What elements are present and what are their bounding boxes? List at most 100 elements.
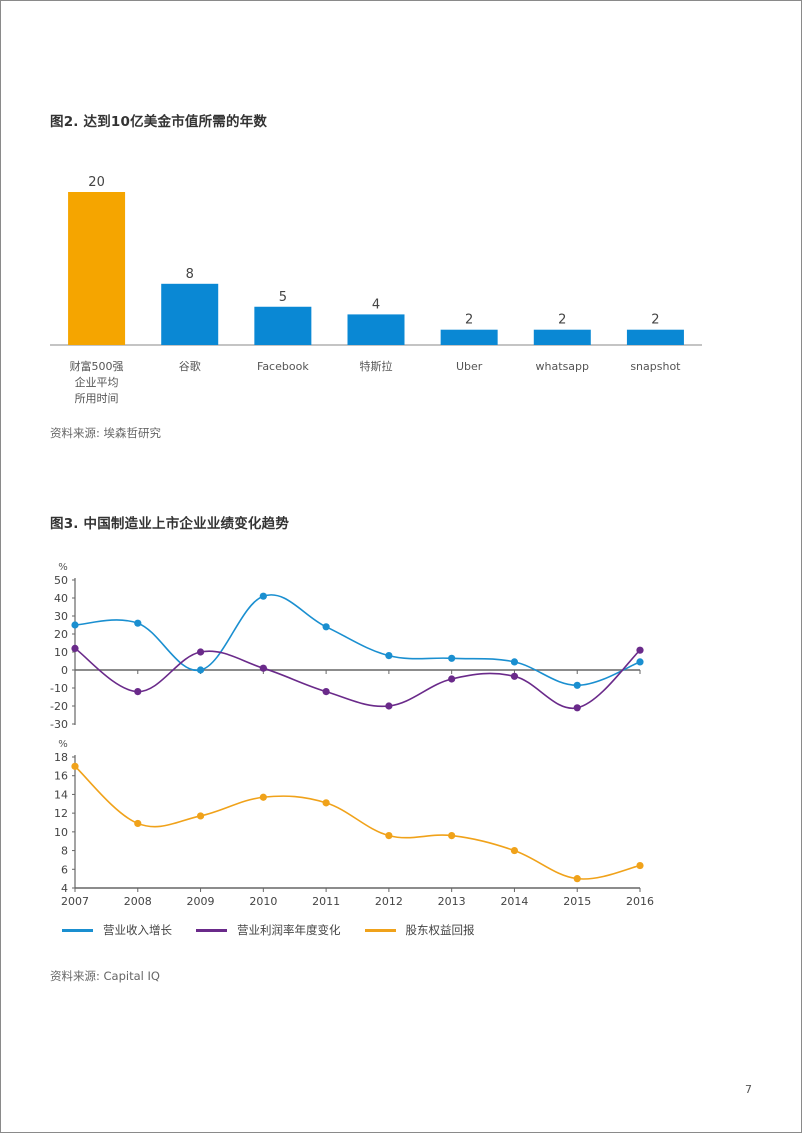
data-point <box>259 592 267 600</box>
x-tick-label: 所用时间 <box>75 392 119 405</box>
x-tick-label: 2007 <box>61 895 89 908</box>
bottom-y-tick-label: 16 <box>54 770 68 783</box>
data-point <box>196 666 205 674</box>
chart-legend: 营业收入增长 营业利润率年度变化 股东权益回报 <box>62 922 499 938</box>
data-point <box>385 832 393 840</box>
bar <box>161 283 219 345</box>
bar-data-label: 20 <box>88 175 105 190</box>
bar <box>626 329 684 345</box>
data-point <box>134 619 142 627</box>
data-point <box>573 704 581 712</box>
bottom-y-tick-label: 8 <box>61 845 68 858</box>
bottom-y-tick-label: 4 <box>61 882 68 895</box>
x-tick-label: 2012 <box>375 895 403 908</box>
top-y-tick-label: 30 <box>54 610 68 623</box>
top-y-tick-label: 40 <box>54 592 68 605</box>
top-y-tick-label: -30 <box>50 718 68 731</box>
x-tick-label: 特斯拉 <box>360 359 393 373</box>
data-point <box>636 861 644 870</box>
bottom-y-unit: % <box>58 739 68 750</box>
data-point <box>196 812 205 820</box>
x-tick-label: whatsapp <box>536 360 589 373</box>
data-point <box>636 646 644 654</box>
series-line <box>74 594 641 687</box>
legend-label: 股东权益回报 <box>405 923 475 937</box>
figure2-source: 资料来源: 埃森哲研究 <box>50 426 162 440</box>
legend-swatch-icon <box>62 928 93 932</box>
top-y-tick-label: -10 <box>50 682 68 695</box>
series-line <box>74 647 641 709</box>
x-tick-label: 2013 <box>438 895 466 908</box>
bar <box>68 192 126 345</box>
data-point <box>259 664 267 672</box>
legend-item-margin-change: 营业利润率年度变化 <box>196 922 341 938</box>
data-point <box>573 875 581 883</box>
page-number: 7 <box>745 1083 752 1096</box>
x-tick-label: 2008 <box>124 895 152 908</box>
bar-data-label: 8 <box>186 267 194 282</box>
top-y-tick-label: 20 <box>54 628 68 641</box>
bottom-y-tick-label: 14 <box>54 788 68 801</box>
x-tick-label: 2010 <box>249 895 277 908</box>
data-point <box>322 799 330 807</box>
data-point <box>448 654 456 662</box>
bar <box>254 306 312 345</box>
legend-item-revenue-growth: 营业收入增长 <box>62 922 172 938</box>
x-tick-label: 2014 <box>500 895 528 908</box>
data-point <box>448 832 456 840</box>
data-point <box>322 623 330 631</box>
legend-label: 营业收入增长 <box>103 923 172 937</box>
x-tick-label: 财富500强 <box>70 359 124 373</box>
top-y-unit: % <box>58 562 68 573</box>
figure3-source: 资料来源: Capital IQ <box>50 969 160 983</box>
x-tick-label: 2015 <box>563 895 591 908</box>
bar-data-label: 4 <box>372 297 380 312</box>
legend-swatch-icon <box>196 928 227 932</box>
data-point <box>71 644 79 652</box>
bottom-y-tick-label: 10 <box>54 826 68 839</box>
bar-data-label: 2 <box>651 313 659 328</box>
bottom-y-tick-label: 6 <box>61 863 68 876</box>
data-point <box>71 621 79 629</box>
top-y-tick-label: 50 <box>54 574 68 587</box>
x-tick-label: snapshot <box>630 360 681 373</box>
data-point <box>259 793 267 801</box>
data-point <box>71 762 79 770</box>
legend-swatch-icon <box>364 928 396 932</box>
bar-data-label: 2 <box>558 313 566 328</box>
series-line <box>74 765 641 880</box>
data-point <box>134 819 142 828</box>
bar-data-label: 5 <box>279 290 287 305</box>
data-point <box>385 702 393 710</box>
line-chart: %50403020100-10-20-30%18161412108642007 2… <box>50 562 654 908</box>
x-tick-label: 谷歌 <box>179 359 201 373</box>
figure2-title: 图2. 达到10亿美金市值所需的年数 <box>50 114 268 130</box>
data-point <box>448 675 456 683</box>
legend-label: 营业利润率年度变化 <box>237 923 341 937</box>
x-tick-label: Facebook <box>257 360 309 373</box>
figure3-title: 图3. 中国制造业上市企业业绩变化趋势 <box>50 516 290 532</box>
bottom-y-tick-label: 18 <box>54 751 68 764</box>
data-point <box>322 688 330 696</box>
data-point <box>510 672 519 680</box>
x-tick-label: Uber <box>456 360 483 373</box>
data-point <box>510 846 519 855</box>
data-point <box>196 648 205 656</box>
bar <box>347 314 405 345</box>
legend-item-roe: 股东权益回报 <box>364 922 475 938</box>
x-tick-label: 2009 <box>187 895 215 908</box>
bar <box>440 329 498 345</box>
top-y-tick-label: 0 <box>61 664 68 677</box>
data-point <box>134 688 142 696</box>
x-tick-label: 企业平均 <box>75 375 119 389</box>
bottom-y-tick-label: 12 <box>54 807 68 820</box>
bar <box>533 329 591 345</box>
x-tick-label: 2011 <box>312 895 340 908</box>
top-y-tick-label: -20 <box>50 700 68 713</box>
data-point <box>385 652 393 660</box>
bar-data-label: 2 <box>465 313 473 328</box>
data-point <box>636 658 644 666</box>
x-tick-label: 2016 <box>626 895 654 908</box>
top-y-tick-label: 10 <box>54 646 68 659</box>
data-point <box>573 681 581 689</box>
